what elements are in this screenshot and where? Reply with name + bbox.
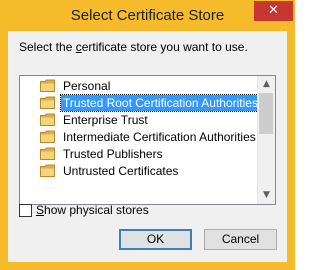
folder-icon xyxy=(40,130,55,143)
show-physical-stores-text: how physical stores xyxy=(44,203,149,217)
folder-icon xyxy=(40,164,55,177)
window-title: Select Certificate Store xyxy=(70,7,225,24)
tree-item-label: Trusted Root Certification Authorities xyxy=(60,94,261,112)
show-physical-stores-checkbox[interactable] xyxy=(19,204,32,217)
tree-item[interactable]: Intermediate Certification Authorities xyxy=(20,129,258,146)
cancel-button[interactable]: Cancel xyxy=(204,229,277,250)
chevron-down-icon: ▼ xyxy=(263,190,270,200)
tree-item-label: Personal xyxy=(63,79,111,93)
chevron-up-icon: ▲ xyxy=(263,79,270,89)
tree-item[interactable]: Trusted Root Certification Authorities xyxy=(20,94,261,112)
tree-item-label: Intermediate Certification Authorities xyxy=(63,130,256,144)
scroll-up-button[interactable]: ▲ xyxy=(258,76,275,93)
tree-item[interactable]: Enterprise Trust xyxy=(20,112,258,129)
tree-item-label: Untrusted Certificates xyxy=(63,164,179,178)
show-physical-stores-accelerator: S xyxy=(36,203,45,217)
scroll-down-button[interactable]: ▼ xyxy=(258,187,275,204)
vertical-scrollbar[interactable]: ▲ ▼ xyxy=(257,76,275,204)
folder-icon xyxy=(40,79,55,92)
instruction-text-end: ertificate store you want to use. xyxy=(81,40,248,54)
dialog-body: Select the certificate store you want to… xyxy=(8,31,287,262)
certificate-store-tree[interactable]: Personal Trusted Root Certification Autho… xyxy=(19,75,276,205)
instruction-text: Select the certificate store you want to… xyxy=(19,40,248,54)
folder-icon xyxy=(40,113,55,126)
tree-item[interactable]: Personal xyxy=(20,78,258,95)
tree-item[interactable]: Untrusted Certificates xyxy=(20,163,258,180)
title-bar[interactable]: Select Certificate Store ✕ xyxy=(0,0,295,31)
ok-button[interactable]: OK xyxy=(119,229,192,250)
close-icon: ✕ xyxy=(268,3,279,18)
close-button[interactable]: ✕ xyxy=(254,1,293,21)
tree-item-label: Enterprise Trust xyxy=(63,113,148,127)
folder-icon xyxy=(40,96,55,109)
instruction-text-start: Select the xyxy=(19,40,76,54)
show-physical-stores-label[interactable]: Show physical stores xyxy=(36,203,149,217)
tree-item[interactable]: Trusted Publishers xyxy=(20,146,258,163)
scrollbar-thumb[interactable] xyxy=(259,93,273,134)
folder-icon xyxy=(40,147,55,160)
dialog-window: Select Certificate Store ✕ Select the ce… xyxy=(0,0,295,270)
tree-item-label: Trusted Publishers xyxy=(63,147,163,161)
